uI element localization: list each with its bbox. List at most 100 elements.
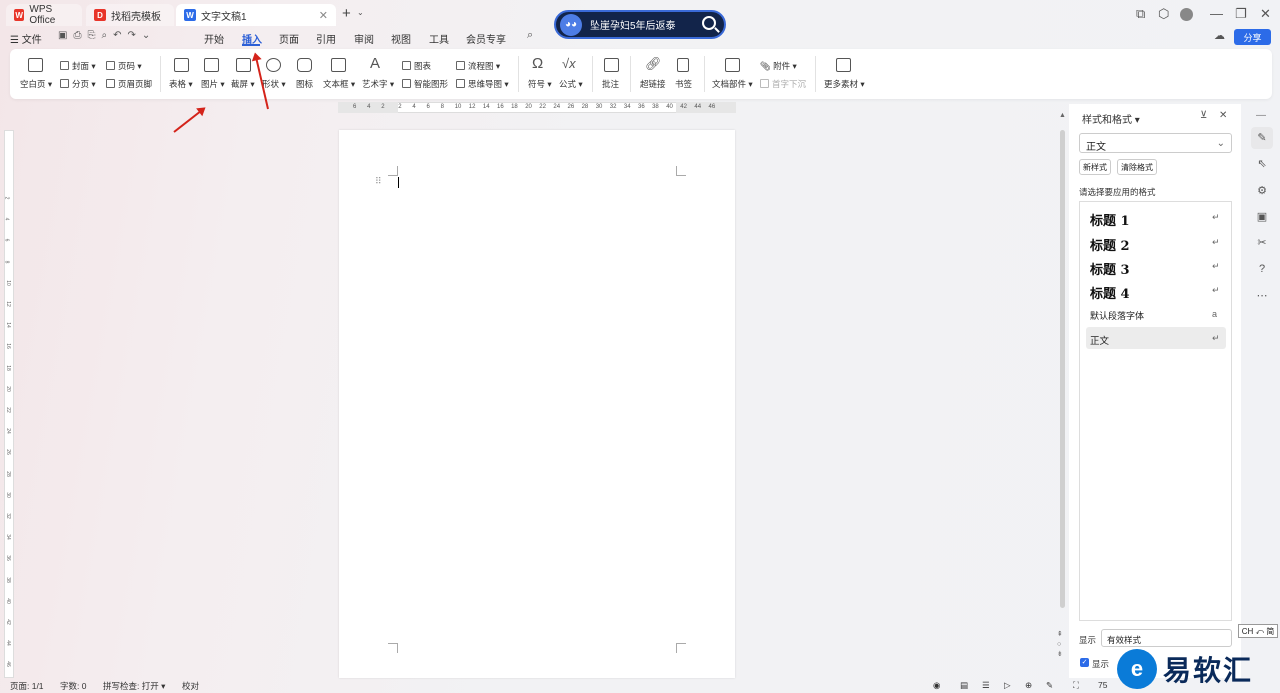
table-button[interactable]: 表格 ▾ bbox=[169, 78, 193, 90]
picture-button[interactable]: 图片 ▾ bbox=[201, 78, 225, 90]
clear-format-button[interactable]: 清除格式 bbox=[1117, 159, 1157, 175]
style-default-font[interactable]: 默认段落字体 bbox=[1090, 309, 1144, 322]
panel-title[interactable]: 样式和格式 ▾ bbox=[1082, 111, 1140, 126]
export-pdf-icon[interactable]: ⎙ bbox=[73, 30, 87, 41]
minimize-icon[interactable]: — bbox=[1210, 6, 1223, 21]
menu-member[interactable]: 会员专享 bbox=[466, 31, 506, 46]
proofread-status[interactable]: 校对 bbox=[182, 680, 199, 692]
header-footer-button[interactable]: 页眉页脚 bbox=[106, 78, 152, 90]
chevron-down-icon[interactable]: ⌄ bbox=[357, 8, 364, 17]
select-cursor-icon[interactable]: ⇖ bbox=[1255, 157, 1269, 171]
style-heading-1[interactable]: 标题 1 bbox=[1090, 210, 1130, 229]
quick-access-toolbar[interactable]: ▣⎙⎘⌕↶↷⌄ bbox=[58, 30, 156, 41]
hot-search-banner[interactable]: ◕◕ 坠崖孕妇5年后返泰 bbox=[554, 10, 726, 39]
print-preview-icon[interactable]: ⌕ bbox=[101, 30, 113, 41]
annotation-arrow-picture bbox=[173, 107, 205, 133]
new-style-button[interactable]: 新样式 bbox=[1079, 159, 1111, 175]
more-icon[interactable]: ⋯ bbox=[1255, 289, 1269, 303]
fit-page-icon[interactable]: ⛶ bbox=[1073, 680, 1079, 691]
style-heading-2[interactable]: 标题 2 bbox=[1090, 235, 1130, 254]
cover-button[interactable]: 封面 ▾ bbox=[60, 60, 96, 72]
share-button[interactable]: 分享 bbox=[1234, 29, 1271, 45]
search-icon[interactable] bbox=[702, 16, 716, 30]
search-icon[interactable]: ⌕ bbox=[527, 29, 533, 42]
current-style-dropdown[interactable]: 正文 ⌄ bbox=[1079, 133, 1232, 153]
screenshot-button[interactable]: 截屏 ▾ bbox=[231, 78, 255, 90]
restore-icon[interactable]: ❐ bbox=[1235, 6, 1247, 22]
collapse-icon[interactable]: — bbox=[1256, 110, 1266, 121]
pin-icon[interactable]: ⊻ bbox=[1200, 110, 1207, 121]
page-view-icon[interactable]: ▤ bbox=[960, 680, 968, 691]
page-nav-icons[interactable]: ⇞ ○ ⇟ bbox=[1057, 630, 1063, 660]
zoom-level[interactable]: 75 bbox=[1098, 680, 1107, 690]
window-close-icon[interactable]: ✕ bbox=[1260, 6, 1271, 22]
outline-view-icon[interactable]: ☰ bbox=[982, 680, 990, 691]
drop-cap-button[interactable]: 首字下沉 bbox=[760, 78, 806, 90]
style-body[interactable]: 正文 bbox=[1090, 333, 1109, 347]
ime-indicator[interactable]: CH ⤺ 简 bbox=[1238, 624, 1278, 638]
menu-page[interactable]: 页面 bbox=[279, 31, 299, 46]
new-tab-icon[interactable]: + bbox=[342, 5, 351, 22]
margin-corner-top-left bbox=[388, 166, 398, 176]
textbox-button[interactable]: 文本框 ▾ bbox=[323, 78, 355, 90]
symbol-button[interactable]: 符号 ▾ bbox=[528, 78, 552, 90]
undo-icon[interactable]: ↶ bbox=[113, 30, 127, 41]
tab-docer[interactable]: D 找稻壳模板 bbox=[86, 4, 174, 26]
smart-shape-button[interactable]: 智能图形 bbox=[402, 78, 448, 90]
menu-home[interactable]: 开始 bbox=[204, 31, 224, 46]
chevron-down-icon[interactable]: ⌄ bbox=[142, 30, 156, 41]
vertical-scrollbar[interactable] bbox=[1060, 130, 1065, 608]
shape-button[interactable]: 形状 ▾ bbox=[262, 78, 286, 90]
page-number-button[interactable]: 页码 ▾ bbox=[106, 60, 142, 72]
icon-button[interactable]: 图标 bbox=[296, 78, 313, 90]
tab-wps-office[interactable]: W WPS Office bbox=[6, 4, 82, 26]
menu-view[interactable]: 视图 bbox=[391, 31, 411, 46]
pen-style-icon[interactable]: ✎ bbox=[1255, 131, 1269, 145]
doc-parts-button[interactable]: 文档部件 ▾ bbox=[712, 78, 753, 90]
print-icon[interactable]: ⎘ bbox=[87, 30, 101, 41]
scroll-up-icon[interactable]: ▲ bbox=[1059, 112, 1066, 119]
close-icon[interactable]: ✕ bbox=[1219, 110, 1227, 121]
wordart-button[interactable]: 艺术字 ▾ bbox=[362, 78, 394, 90]
cube-icon[interactable]: ⬡ bbox=[1158, 6, 1169, 22]
chart-button[interactable]: 图表 bbox=[402, 60, 431, 72]
menu-tools[interactable]: 工具 bbox=[429, 31, 449, 46]
tab-document[interactable]: W 文字文稿1 ✕ bbox=[176, 4, 336, 26]
redo-icon[interactable]: ↷ bbox=[127, 30, 141, 41]
menu-review[interactable]: 审阅 bbox=[354, 31, 374, 46]
word-count[interactable]: 字数: 0 bbox=[60, 680, 86, 692]
web-view-icon[interactable]: ⊕ bbox=[1025, 680, 1032, 691]
avatar[interactable] bbox=[1180, 8, 1193, 21]
menu-file[interactable]: ☰ 文件 bbox=[10, 31, 42, 46]
blank-page-button[interactable]: 空白页 ▾ bbox=[20, 78, 52, 90]
bookmark-button[interactable]: 书签 bbox=[675, 78, 692, 90]
style-heading-4[interactable]: 标题 4 bbox=[1090, 283, 1130, 302]
pen-icon[interactable]: ✎ bbox=[1046, 680, 1053, 691]
spellcheck-status[interactable]: 拼写检查: 打开 ▾ bbox=[103, 680, 165, 692]
style-heading-3[interactable]: 标题 3 bbox=[1090, 259, 1130, 278]
adjust-settings-icon[interactable]: ⚙ bbox=[1255, 184, 1269, 198]
page-break-button[interactable]: 分页 ▾ bbox=[60, 78, 96, 90]
drag-handle-icon[interactable]: ⠿ bbox=[375, 176, 382, 187]
vertical-ruler[interactable] bbox=[4, 130, 14, 678]
image-tool-icon[interactable]: ▣ bbox=[1255, 210, 1269, 224]
hyperlink-button[interactable]: 超链接 bbox=[640, 78, 666, 90]
menu-reference[interactable]: 引用 bbox=[316, 31, 336, 46]
help-icon[interactable]: ? bbox=[1255, 263, 1269, 277]
tools-icon[interactable]: ✂ bbox=[1255, 236, 1269, 250]
mindmap-button[interactable]: 思维导图 ▾ bbox=[456, 78, 509, 90]
eye-protection-icon[interactable]: ◉ bbox=[933, 680, 940, 691]
close-icon[interactable]: ✕ bbox=[319, 9, 328, 22]
attachment-button[interactable]: 📎︎ 附件 ▾ bbox=[760, 60, 797, 72]
formula-button[interactable]: 公式 ▾ bbox=[559, 78, 583, 90]
window-layout-icon[interactable]: ⧉ bbox=[1136, 6, 1145, 22]
comment-button[interactable]: 批注 bbox=[602, 78, 619, 90]
page-count[interactable]: 页面: 1/1 bbox=[10, 680, 44, 692]
document-page[interactable] bbox=[339, 130, 735, 678]
more-material-button[interactable]: 更多素材 ▾ bbox=[824, 78, 865, 90]
save-icon[interactable]: ▣ bbox=[58, 30, 73, 41]
cloud-sync-icon[interactable]: ☁ bbox=[1214, 29, 1225, 42]
show-preview-checkbox[interactable]: ✓ bbox=[1080, 658, 1089, 667]
play-icon[interactable]: ▷ bbox=[1004, 680, 1011, 691]
flowchart-button[interactable]: 流程图 ▾ bbox=[456, 60, 500, 72]
